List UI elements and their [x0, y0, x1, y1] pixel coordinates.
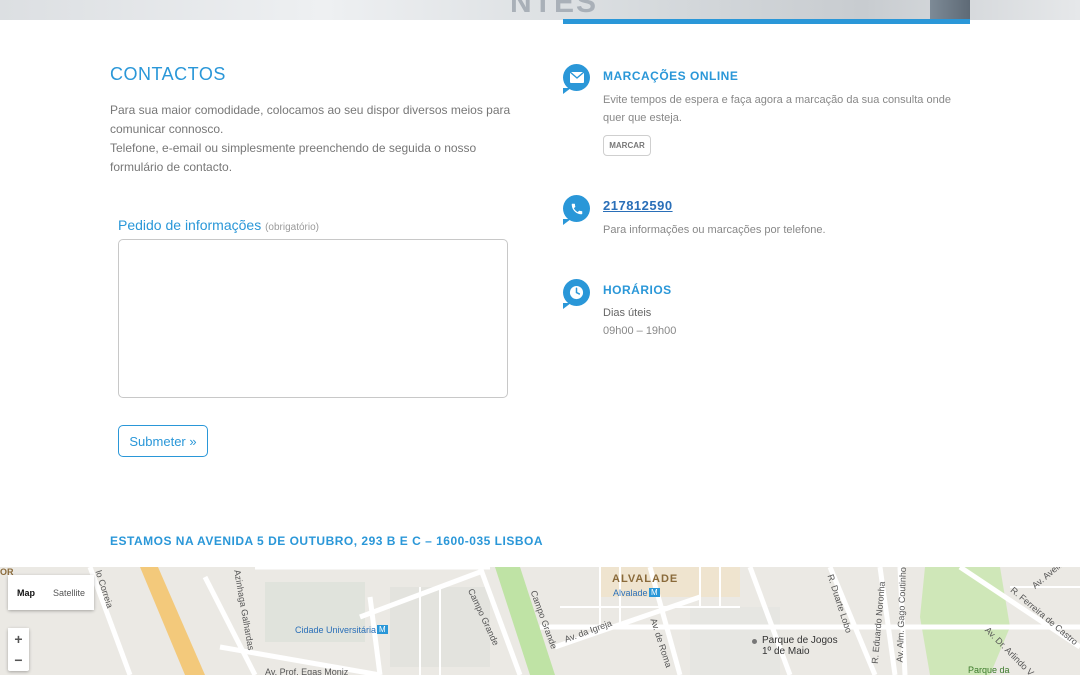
- contact-intro: Para sua maior comodidade, colocamos ao …: [110, 101, 530, 177]
- map-label-parque: Parque de Jogos: [762, 635, 838, 646]
- map-label-parque-2: 1º de Maio: [762, 646, 810, 657]
- page-title: CONTACTOS: [110, 64, 226, 84]
- online-booking-text: Evite tempos de espera e faça agora a ma…: [603, 94, 951, 124]
- map-type-satellite-button[interactable]: Satellite: [44, 575, 95, 610]
- hero-image: NTES: [0, 0, 1080, 20]
- message-label: Pedido de informações (obrigatório): [118, 217, 319, 233]
- hours-time: 09h00 – 19h00: [603, 325, 677, 337]
- park-marker-icon: [752, 639, 757, 644]
- map-type-map-button[interactable]: Map: [8, 575, 44, 610]
- intro-line-2: Telefone, e-email ou simplesmente preenc…: [110, 141, 477, 174]
- address-heading: ESTAMOS NA AVENIDA 5 DE OUTUBRO, 293 B E…: [110, 534, 543, 548]
- metro-icon: M: [649, 588, 660, 597]
- map-label-parque-da: Parque da: [968, 665, 1010, 675]
- hero-partial-text: NTES: [510, 0, 599, 19]
- zoom-in-button[interactable]: +: [8, 628, 29, 649]
- online-booking-title: MARCAÇÕES ONLINE: [603, 69, 739, 83]
- clock-icon: [563, 279, 590, 309]
- map-label-cidade-universitaria: Cidade Universitária: [295, 625, 377, 635]
- submit-button[interactable]: Submeter »: [118, 425, 208, 457]
- required-note: (obrigatório): [265, 222, 320, 233]
- phone-text: Para informações ou marcações por telefo…: [603, 224, 826, 236]
- phone-number-link[interactable]: 217812590: [603, 198, 673, 213]
- map-type-control: Map Satellite: [8, 575, 95, 610]
- accent-bar: [563, 19, 970, 24]
- map-label-egas: Av. Prof. Egas Moniz: [265, 667, 349, 675]
- metro-icon: M: [377, 625, 388, 634]
- map[interactable]: ALVALADE Alvalade M Cidade Universitária…: [0, 567, 1080, 675]
- map-label-alvalade-metro: Alvalade: [613, 588, 648, 598]
- zoom-out-button[interactable]: −: [8, 649, 29, 670]
- intro-line-1: Para sua maior comodidade, colocamos ao …: [110, 103, 511, 136]
- hero-dark-detail: [930, 0, 970, 20]
- message-label-text: Pedido de informações: [118, 217, 262, 233]
- envelope-icon: [563, 64, 590, 94]
- book-button[interactable]: MARCAR: [603, 135, 651, 156]
- message-textarea[interactable]: [118, 239, 508, 398]
- hours-title: HORÁRIOS: [603, 283, 672, 297]
- map-label-alvalade: ALVALADE: [612, 573, 679, 585]
- zoom-control: + −: [8, 628, 29, 671]
- phone-icon: [563, 195, 590, 225]
- hours-days: Dias úteis: [603, 307, 652, 319]
